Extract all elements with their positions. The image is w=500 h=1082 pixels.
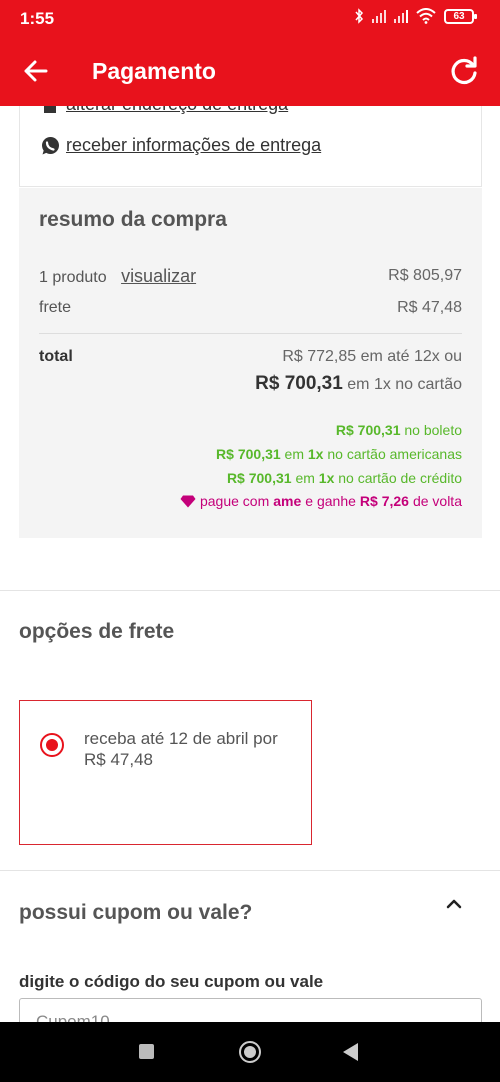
boleto-price-line: R$ 700,31 no boleto [335, 422, 462, 438]
bluetooth-icon [355, 8, 364, 24]
page-title: Pagamento [92, 58, 216, 84]
summary-divider [39, 333, 462, 334]
signal-icon [394, 9, 408, 23]
status-time: 1:55 [20, 9, 55, 28]
recent-apps-button[interactable] [139, 1044, 154, 1059]
chevron-up-icon[interactable] [444, 896, 464, 910]
change-address-link[interactable]: alterar endereço de entrega [40, 106, 288, 115]
coupon-input-label: digite o código do seu cupom ou vale [19, 972, 324, 991]
refresh-button[interactable] [446, 53, 482, 89]
shipping-label: frete [39, 299, 72, 316]
coupon-title: possui cupom ou vale? [19, 901, 253, 924]
app-bar: Pagamento [0, 36, 500, 106]
battery-icon: 63 [444, 8, 477, 24]
system-nav-bar [0, 1022, 500, 1082]
card-total-row: R$ 700,31 em 1x no cartão [255, 373, 462, 395]
credit-card-price-line: R$ 700,31 em 1x no cartão de crédito [226, 470, 462, 486]
status-icons: 63 [354, 8, 477, 24]
signal-icon [372, 9, 386, 23]
system-back-button[interactable] [343, 1043, 358, 1061]
section-divider [0, 870, 500, 871]
delivery-info-link[interactable]: receber informações de entrega [40, 135, 321, 156]
americanas-card-price-line: R$ 700,31 em 1x no cartão americanas [216, 446, 462, 462]
total-label: total [39, 348, 73, 365]
ame-cashback-line: pague com ame e ganhe R$ 7,26 de volta [180, 493, 462, 509]
shipping-options-title: opções de frete [19, 620, 175, 643]
view-products-link[interactable]: visualizar [121, 266, 196, 286]
summary-title: resumo da compra [39, 208, 227, 231]
shipping-option-radio[interactable] [40, 733, 64, 757]
card-total-price: R$ 700,31 [255, 373, 343, 394]
product-count: 1 produto [39, 269, 107, 286]
whatsapp-icon [42, 136, 59, 154]
status-bar: 1:55 63 [0, 0, 500, 36]
shipping-option-card[interactable]: receba até 12 de abril por R$ 47,48 [19, 700, 312, 845]
coupon-input[interactable] [19, 998, 482, 1022]
checkout-content[interactable]: alterar endereço de entrega receber info… [0, 106, 500, 1022]
card-total-suffix: em 1x no cartão [347, 376, 462, 393]
shipping-price: R$ 47,48 [397, 299, 462, 316]
home-icon [44, 106, 56, 113]
delivery-address-card: alterar endereço de entrega receber info… [19, 106, 482, 187]
product-count-row: 1 produto visualizar [39, 266, 196, 287]
wifi-icon [416, 8, 436, 24]
product-price: R$ 805,97 [388, 267, 462, 284]
refresh-icon [451, 56, 477, 85]
diamond-icon [180, 495, 196, 507]
section-divider [0, 590, 500, 591]
home-button[interactable] [239, 1041, 261, 1063]
arrow-left-icon [24, 60, 48, 82]
back-button[interactable] [18, 53, 54, 89]
installments-text: R$ 772,85 em até 12x ou [282, 348, 462, 365]
shipping-option-text: receba até 12 de abril por R$ 47,48 [84, 729, 278, 769]
purchase-summary: resumo da compra 1 produto visualizar R$… [19, 188, 482, 538]
